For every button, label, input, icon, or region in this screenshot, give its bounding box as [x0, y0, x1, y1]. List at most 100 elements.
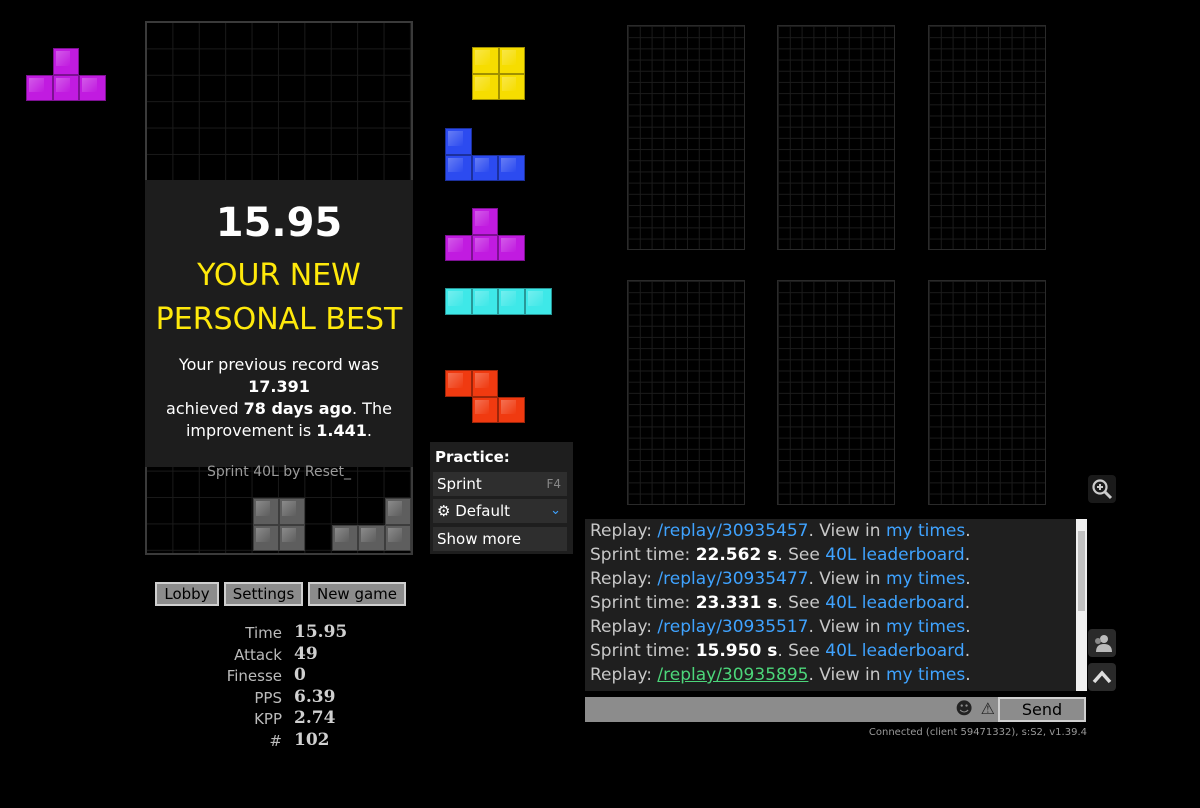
chat-scrollbar[interactable]: [1076, 519, 1087, 691]
block-cell: [498, 154, 526, 182]
stat-value: 0: [294, 665, 306, 686]
replay-link[interactable]: /replay/30935457: [657, 521, 808, 541]
stat-value: 15.95: [294, 622, 348, 642]
block-cell: [445, 288, 472, 315]
chat-input[interactable]: ☻ ⚠: [585, 697, 1001, 722]
days-ago: 78 days ago: [243, 399, 352, 418]
my-times-link[interactable]: my times: [886, 569, 965, 589]
practice-preset-select[interactable]: ⚙ Default ⌄: [433, 499, 567, 523]
result-description: Your previous record was 17.391 achieved…: [166, 355, 392, 440]
stat-label: PPS: [254, 688, 282, 707]
stat-row: KPP 2.74: [190, 708, 410, 730]
practice-sprint[interactable]: Sprint F4: [433, 472, 567, 496]
stat-row: Finesse 0: [190, 665, 410, 687]
warning-icon[interactable]: ⚠: [981, 699, 995, 718]
result-panel: 15.95 YOUR NEW PERSONAL BEST Your previo…: [145, 180, 413, 480]
block-cell: [498, 47, 526, 74]
block-cell: [498, 234, 526, 262]
my-times-link[interactable]: my times: [886, 617, 965, 637]
chat-log: Replay: /replay/30935457. View in my tim…: [585, 519, 1087, 691]
sprint-time: 15.950 s: [695, 641, 778, 661]
garbage-cell: [384, 498, 411, 525]
chat-message: Sprint time: 22.562 s. See 40L leaderboa…: [590, 545, 971, 565]
block-cell: [471, 208, 499, 235]
block-cell: [498, 396, 526, 424]
improvement: 1.441: [316, 421, 367, 440]
stat-value: 49: [294, 643, 318, 664]
practice-title: Practice:: [435, 448, 510, 466]
replay-link[interactable]: /replay/30935895: [657, 665, 808, 685]
new-game-button[interactable]: New game: [308, 582, 406, 606]
show-more-button[interactable]: Show more: [433, 527, 567, 551]
stat-row: #102: [190, 730, 410, 752]
stat-row: Attack 49: [190, 644, 410, 666]
opponent-board: [928, 25, 1046, 250]
block-cell: [52, 48, 80, 75]
chevron-down-icon: ⌄: [550, 503, 561, 518]
stat-label: Attack: [234, 645, 282, 664]
stat-value: 2.74: [294, 708, 336, 729]
replay-link[interactable]: /replay/30935477: [657, 569, 808, 589]
result-time: 15.95: [215, 200, 343, 246]
stat-label: Time: [245, 624, 282, 642]
block-cell: [471, 396, 499, 424]
opponent-board: [777, 25, 895, 250]
garbage-cell: [358, 524, 385, 551]
lobby-button[interactable]: Lobby: [155, 582, 219, 606]
garbage-cell: [279, 524, 306, 551]
block-cell: [525, 288, 552, 315]
stat-row: Time 15.95: [190, 622, 410, 644]
chat-message: Replay: /replay/30935517. View in my tim…: [590, 617, 971, 637]
gear-icon: ⚙: [437, 502, 451, 520]
block-cell: [52, 74, 80, 102]
garbage-cell: [331, 524, 359, 551]
block-cell: [471, 288, 499, 315]
block-cell: [26, 74, 53, 102]
emoji-icon[interactable]: ☻: [955, 699, 973, 719]
chevron-up-icon[interactable]: [1088, 663, 1116, 691]
connection-status: Connected (client 59471332), s:S2, v1.39…: [868, 727, 1087, 738]
opponent-board: [627, 280, 745, 505]
opponent-board: [928, 280, 1046, 505]
stat-row: PPS 6.39: [190, 687, 410, 709]
block-cell: [445, 128, 472, 155]
leaderboard-link[interactable]: 40L leaderboard: [825, 641, 964, 661]
previous-record: 17.391: [248, 377, 310, 396]
garbage-cell: [252, 524, 279, 551]
replay-link[interactable]: /replay/30935517: [657, 617, 808, 637]
leaderboard-link[interactable]: 40L leaderboard: [825, 545, 964, 565]
hold-piece: [26, 48, 107, 102]
my-times-link[interactable]: my times: [886, 521, 965, 541]
users-icon[interactable]: [1088, 629, 1116, 657]
chat-message: Sprint time: 23.331 s. See 40L leaderboa…: [590, 593, 971, 613]
block-cell: [498, 288, 526, 315]
chat-message: Replay: /replay/30935895. View in my tim…: [590, 665, 971, 685]
block-cell: [445, 154, 472, 182]
game-mode-label: Sprint 40L by Reset_: [206, 464, 352, 480]
opponent-board: [777, 280, 895, 505]
garbage-cell: [252, 498, 279, 525]
leaderboard-link[interactable]: 40L leaderboard: [825, 593, 964, 613]
garbage-cell: [384, 524, 411, 551]
block-cell: [471, 234, 499, 262]
personal-best-headline: YOUR NEW PERSONAL BEST: [155, 258, 403, 337]
send-button[interactable]: Send: [998, 697, 1086, 722]
my-times-link[interactable]: my times: [886, 665, 965, 685]
block-cell: [472, 73, 499, 101]
block-cell: [445, 234, 472, 262]
sprint-time: 22.562 s: [695, 545, 778, 565]
practice-menu: Practice: Sprint F4 ⚙ Default ⌄ Show mor…: [430, 442, 573, 554]
stat-label: KPP: [254, 710, 282, 729]
zoom-in-icon[interactable]: [1088, 475, 1116, 503]
stat-value: 102: [294, 729, 330, 750]
sprint-time: 23.331 s: [695, 593, 778, 613]
chat-message: Replay: /replay/30935457. View in my tim…: [590, 521, 971, 541]
chat-message: Sprint time: 15.950 s. See 40L leaderboa…: [590, 641, 971, 661]
block-cell: [498, 73, 526, 101]
block-cell: [445, 370, 472, 397]
stats-panel: Time 15.95 Attack 49 Finesse 0 PPS 6.39 KPP 2.74 #…: [190, 622, 410, 752]
chat-message: Replay: /replay/30935477. View in my tim…: [590, 569, 971, 589]
settings-button[interactable]: Settings: [224, 582, 303, 606]
block-cell: [471, 370, 499, 397]
opponent-board: [627, 25, 745, 250]
